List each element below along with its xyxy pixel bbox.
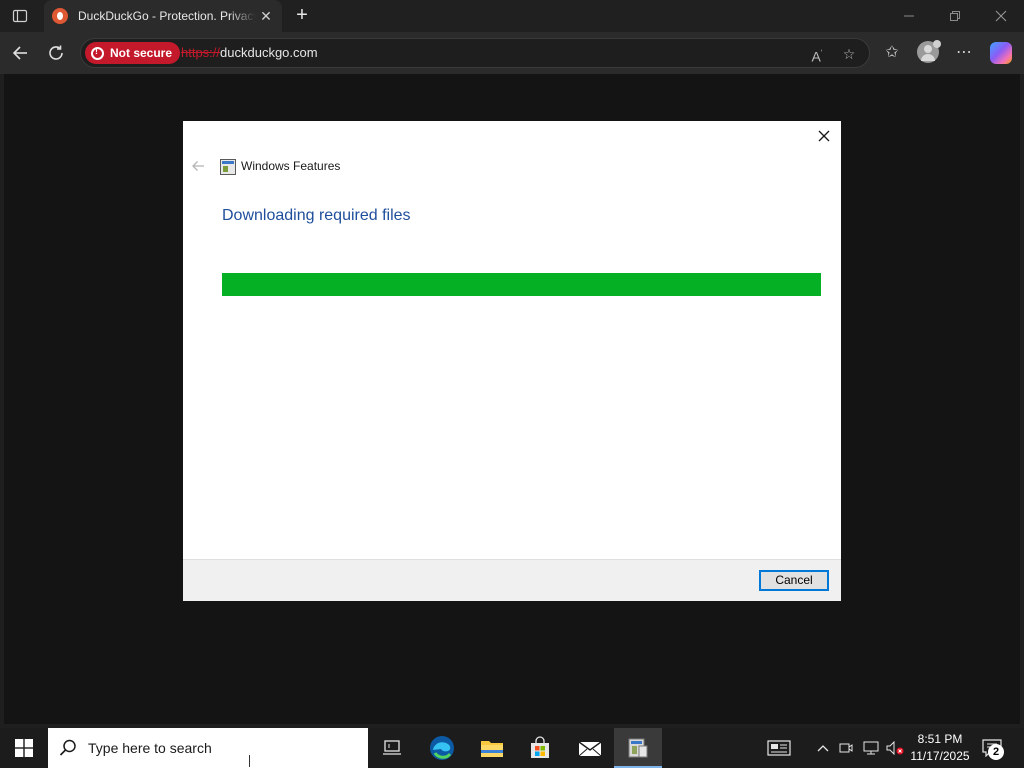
taskbar-clock[interactable]: 8:51 PM 11/17/2025	[904, 731, 976, 765]
not-secure-badge[interactable]: Not secure	[85, 42, 181, 64]
tab-actions-icon[interactable]	[6, 4, 34, 28]
download-progress-bar	[222, 273, 821, 296]
favorite-star-icon[interactable]: ☆	[839, 44, 859, 64]
back-icon[interactable]	[6, 39, 34, 67]
address-bar[interactable]: Not secure https://duckduckgo.com Aʼ ☆	[80, 38, 870, 68]
more-icon[interactable]: ⋯	[952, 41, 976, 65]
edge-icon[interactable]	[418, 728, 466, 768]
show-hidden-icons-icon[interactable]	[812, 728, 834, 768]
taskbar-search-box[interactable]: Type here to search	[48, 728, 368, 768]
text-cursor-icon	[249, 755, 255, 767]
copilot-icon[interactable]	[990, 42, 1012, 64]
notification-count-badge: 2	[988, 744, 1004, 760]
profile-status-dot	[933, 40, 941, 48]
dialog-title: Windows Features	[241, 159, 341, 173]
search-icon	[58, 738, 78, 758]
minimize-icon[interactable]	[886, 0, 932, 32]
read-aloud-icon[interactable]: Aʼ	[807, 44, 827, 65]
windows-features-dialog: Windows Features Downloading required fi…	[183, 121, 841, 601]
url-text[interactable]: https://duckduckgo.com	[181, 45, 318, 60]
tab-close-icon[interactable]: ✕	[258, 8, 274, 24]
refresh-icon[interactable]	[42, 39, 70, 67]
restore-icon[interactable]	[932, 0, 978, 32]
dialog-heading: Downloading required files	[222, 207, 411, 224]
dialog-footer: Cancel	[183, 559, 841, 601]
progress-fill	[222, 273, 821, 296]
tab-title: DuckDuckGo - Protection. Privacy. Peace …	[78, 9, 256, 23]
meet-now-icon[interactable]	[836, 728, 856, 768]
cancel-button[interactable]: Cancel	[759, 570, 829, 591]
store-icon[interactable]	[516, 728, 564, 768]
clock-time: 8:51 PM	[917, 732, 963, 746]
browser-tab[interactable]: DuckDuckGo - Protection. Privacy. Peace …	[44, 0, 282, 32]
windows-features-taskbar-icon[interactable]	[614, 728, 662, 768]
search-placeholder: Type here to search	[88, 740, 212, 756]
browser-navbar: Not secure https://duckduckgo.com Aʼ ☆ ✩…	[0, 32, 1024, 74]
browser-titlebar: DuckDuckGo - Protection. Privacy. Peace …	[0, 0, 1024, 32]
clock-date: 11/17/2025	[910, 749, 970, 763]
mail-icon[interactable]	[566, 728, 614, 768]
dialog-back-icon[interactable]	[191, 159, 205, 173]
url-scheme: https://	[181, 45, 221, 60]
shield-warning-icon	[91, 46, 104, 60]
windows-start-icon[interactable]	[0, 728, 48, 768]
new-tab-icon[interactable]: +	[290, 4, 314, 28]
security-label: Not secure	[110, 46, 173, 60]
url-host: duckduckgo.com	[220, 45, 318, 60]
window-close-icon[interactable]	[978, 0, 1024, 32]
dialog-close-icon[interactable]	[815, 127, 833, 145]
favorites-icon[interactable]: ✩	[880, 41, 904, 65]
network-icon[interactable]	[860, 728, 882, 768]
desktop: DuckDuckGo - Protection. Privacy. Peace …	[0, 0, 1024, 768]
windows-features-dialog-icon	[220, 159, 236, 175]
duckduckgo-favicon	[52, 8, 68, 24]
news-widget-icon[interactable]	[762, 728, 796, 768]
file-explorer-icon[interactable]	[468, 728, 516, 768]
volume-muted-icon[interactable]	[884, 728, 906, 768]
taskbar: Type here to search 8:51 PM 11/17/2025 2	[0, 728, 1024, 768]
task-view-icon[interactable]	[368, 728, 416, 768]
